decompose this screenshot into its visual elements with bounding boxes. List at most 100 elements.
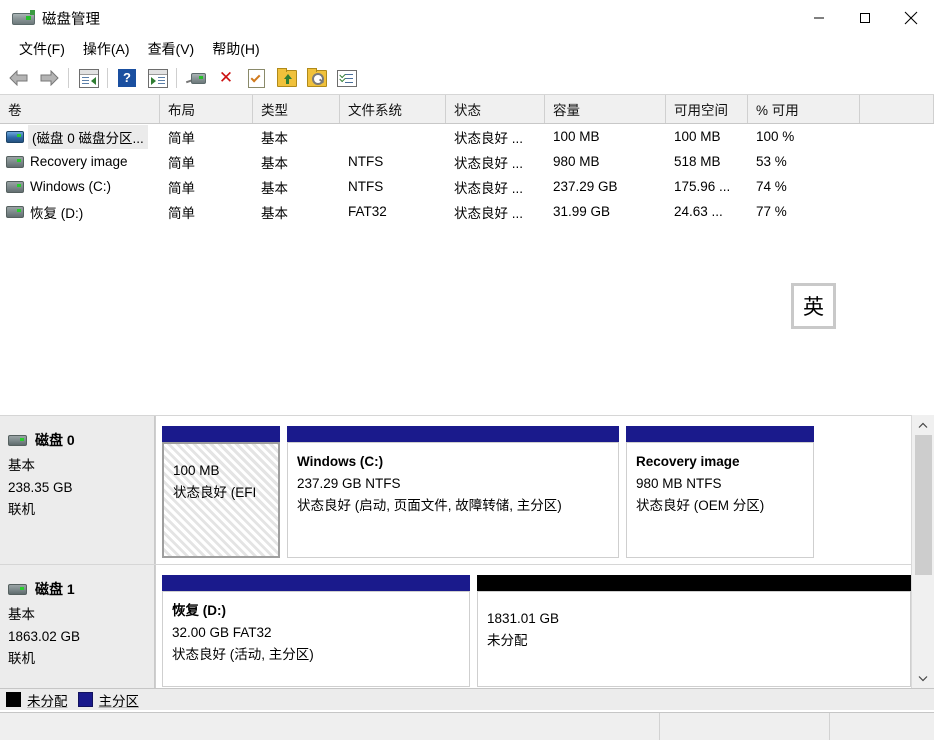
toolbar-separator — [176, 68, 177, 88]
forward-arrow-icon[interactable] — [34, 64, 64, 92]
column-header-1[interactable]: 布局 — [160, 95, 253, 123]
cell-status: 状态良好 ... — [454, 180, 524, 196]
column-header-0[interactable]: 卷 — [0, 95, 160, 123]
partition-strip: 100 MB 状态良好 (EFI Windows (C:) 237.29 GB NT… — [155, 416, 934, 564]
partition-size-fs: 100 MB — [173, 463, 220, 478]
scroll-up-icon[interactable] — [912, 415, 934, 435]
table-row[interactable]: 恢复 (D:) 简单 基本 FAT32 状态良好 ... 31.99 GB 24.63 ..… — [0, 199, 934, 224]
disk-info-panel[interactable]: 磁盘 0 基本 238.35 GB 联机 — [0, 416, 155, 564]
export-list-icon[interactable] — [271, 64, 301, 92]
cell-volume: (磁盘 0 磁盘分区... — [0, 124, 160, 149]
menu-action[interactable]: 操作(A) — [74, 37, 139, 61]
scrollbar-track[interactable] — [912, 435, 934, 668]
cell-type: 基本 — [261, 155, 288, 171]
partition-details: 恢复 (D:) 32.00 GB FAT32 状态良好 (活动, 主分区) — [162, 591, 470, 687]
minimize-button[interactable] — [796, 0, 842, 36]
disk-title: 磁盘 1 — [8, 579, 154, 599]
cell-type: 基本 — [261, 180, 288, 196]
back-arrow-icon[interactable] — [4, 64, 34, 92]
volume-name: 恢复 (D:) — [30, 205, 84, 221]
partition-block[interactable]: 1831.01 GB 未分配 — [477, 575, 911, 687]
legend-label-primary: 主分区 — [98, 693, 140, 709]
menu-bar: 文件(F) 操作(A) 查看(V) 帮助(H) — [0, 36, 934, 62]
legend-swatch-primary — [77, 692, 93, 707]
disk-row: 磁盘 0 基本 238.35 GB 联机 100 MB 状态良好 (EFI Windows… — [0, 416, 934, 565]
cell-free: 518 MB — [674, 154, 721, 169]
menu-help[interactable]: 帮助(H) — [203, 37, 268, 61]
cell-layout: 简单 — [168, 130, 195, 146]
disk-type: 基本 — [8, 458, 35, 473]
scrollbar-thumb[interactable] — [915, 435, 932, 575]
column-header-4[interactable]: 状态 — [446, 95, 545, 123]
cell-capacity: 237.29 GB — [553, 179, 618, 194]
partition-name: 恢复 (D:) — [172, 603, 226, 618]
disk-state: 联机 — [8, 502, 35, 517]
toolbar-separator — [107, 68, 108, 88]
partition-details: Recovery image 980 MB NTFS 状态良好 (OEM 分区) — [626, 442, 814, 558]
disk-type: 基本 — [8, 607, 35, 622]
status-pane-1 — [0, 713, 660, 740]
cell-capacity: 100 MB — [553, 129, 600, 144]
help-icon[interactable]: ? — [112, 64, 142, 92]
maximize-button[interactable] — [842, 0, 888, 36]
column-header-6[interactable]: 可用空间 — [666, 95, 748, 123]
column-header-3[interactable]: 文件系统 — [340, 95, 446, 123]
partition-color-bar — [477, 575, 911, 591]
partition-color-bar — [162, 575, 470, 591]
table-row[interactable]: Recovery image 简单 基本 NTFS 状态良好 ... 980 MB 518 … — [0, 149, 934, 174]
disk-drive-icon — [12, 10, 35, 26]
status-pane-2 — [660, 713, 830, 740]
volume-name: Recovery image — [30, 154, 128, 169]
table-row[interactable]: (磁盘 0 磁盘分区... 简单 基本 状态良好 ... 100 MB 100 MB 100… — [0, 124, 934, 149]
column-header-7[interactable]: % 可用 — [748, 95, 860, 123]
partition-block[interactable]: 恢复 (D:) 32.00 GB FAT32 状态良好 (活动, 主分区) — [162, 575, 470, 687]
partition-block[interactable]: 100 MB 状态良好 (EFI — [162, 426, 280, 558]
disk-volume-icon-blue — [6, 130, 24, 143]
column-header-8[interactable] — [860, 95, 934, 123]
list-view-icon[interactable] — [331, 64, 361, 92]
partition-block[interactable]: Windows (C:) 237.29 GB NTFS 状态良好 (启动, 页面文件… — [287, 426, 619, 558]
cell-status: 状态良好 ... — [454, 130, 524, 146]
cell-volume: 恢复 (D:) — [0, 202, 160, 222]
column-header-2[interactable]: 类型 — [253, 95, 340, 123]
delete-icon[interactable]: ✕ — [211, 64, 241, 92]
partition-size-fs: 237.29 GB NTFS — [297, 476, 401, 491]
properties-icon[interactable] — [241, 64, 271, 92]
menu-file[interactable]: 文件(F) — [10, 37, 74, 61]
volume-table-header: 卷布局 类型 文件系统 状态 容量 可用空间% 可用 — [0, 94, 934, 124]
ime-language-indicator[interactable]: 英 — [791, 283, 836, 329]
show-hide-console-tree-icon[interactable] — [73, 64, 103, 92]
cell-capacity: 31.99 GB — [553, 204, 611, 219]
show-hide-action-pane-icon[interactable] — [142, 64, 172, 92]
search-folder-icon[interactable] — [301, 64, 331, 92]
cell-filesystem: FAT32 — [348, 204, 387, 219]
cell-free: 175.96 ... — [674, 179, 731, 194]
table-row[interactable]: Windows (C:) 简单 基本 NTFS 状态良好 ... 237.29 GB 175… — [0, 174, 934, 199]
cell-percent_free: 100 % — [756, 129, 795, 144]
disk-info-panel[interactable]: 磁盘 1 基本 1863.02 GB 联机 — [0, 565, 155, 689]
cell-percent_free: 77 % — [756, 204, 787, 219]
legend-item-unallocated: 未分配 — [6, 690, 68, 710]
graphical-disk-view: 磁盘 0 基本 238.35 GB 联机 100 MB 状态良好 (EFI Windows… — [0, 415, 934, 689]
partition-size-fs: 32.00 GB FAT32 — [172, 625, 272, 640]
status-pane-3 — [830, 713, 934, 740]
scroll-down-icon[interactable] — [912, 668, 934, 688]
toolbar: ? ✕ — [0, 62, 934, 94]
disk-icon — [8, 583, 27, 595]
cell-layout: 简单 — [168, 155, 195, 171]
graphical-view-scrollbar[interactable] — [911, 415, 934, 688]
cell-percent_free: 74 % — [756, 179, 787, 194]
partition-color-bar — [287, 426, 619, 442]
rescan-disks-icon[interactable] — [181, 64, 211, 92]
partition-size-fs: 980 MB NTFS — [636, 476, 722, 491]
disk-title: 磁盘 0 — [8, 430, 154, 450]
disk-row: 磁盘 1 基本 1863.02 GB 联机 恢复 (D:) 32.00 GB FAT32 状… — [0, 565, 934, 689]
close-button[interactable] — [888, 0, 934, 36]
disk-volume-icon — [6, 180, 24, 193]
disk-management-window: 磁盘管理 文件(F) 操作(A) 查看(V) 帮助(H) ? ✕ 卷 布局 类型… — [0, 0, 934, 740]
column-header-5[interactable]: 容量 — [545, 95, 666, 123]
partition-block[interactable]: Recovery image 980 MB NTFS 状态良好 (OEM 分区) — [626, 426, 814, 558]
partition-color-bar — [162, 426, 280, 442]
menu-view[interactable]: 查看(V) — [139, 37, 204, 61]
window-controls — [796, 0, 934, 36]
